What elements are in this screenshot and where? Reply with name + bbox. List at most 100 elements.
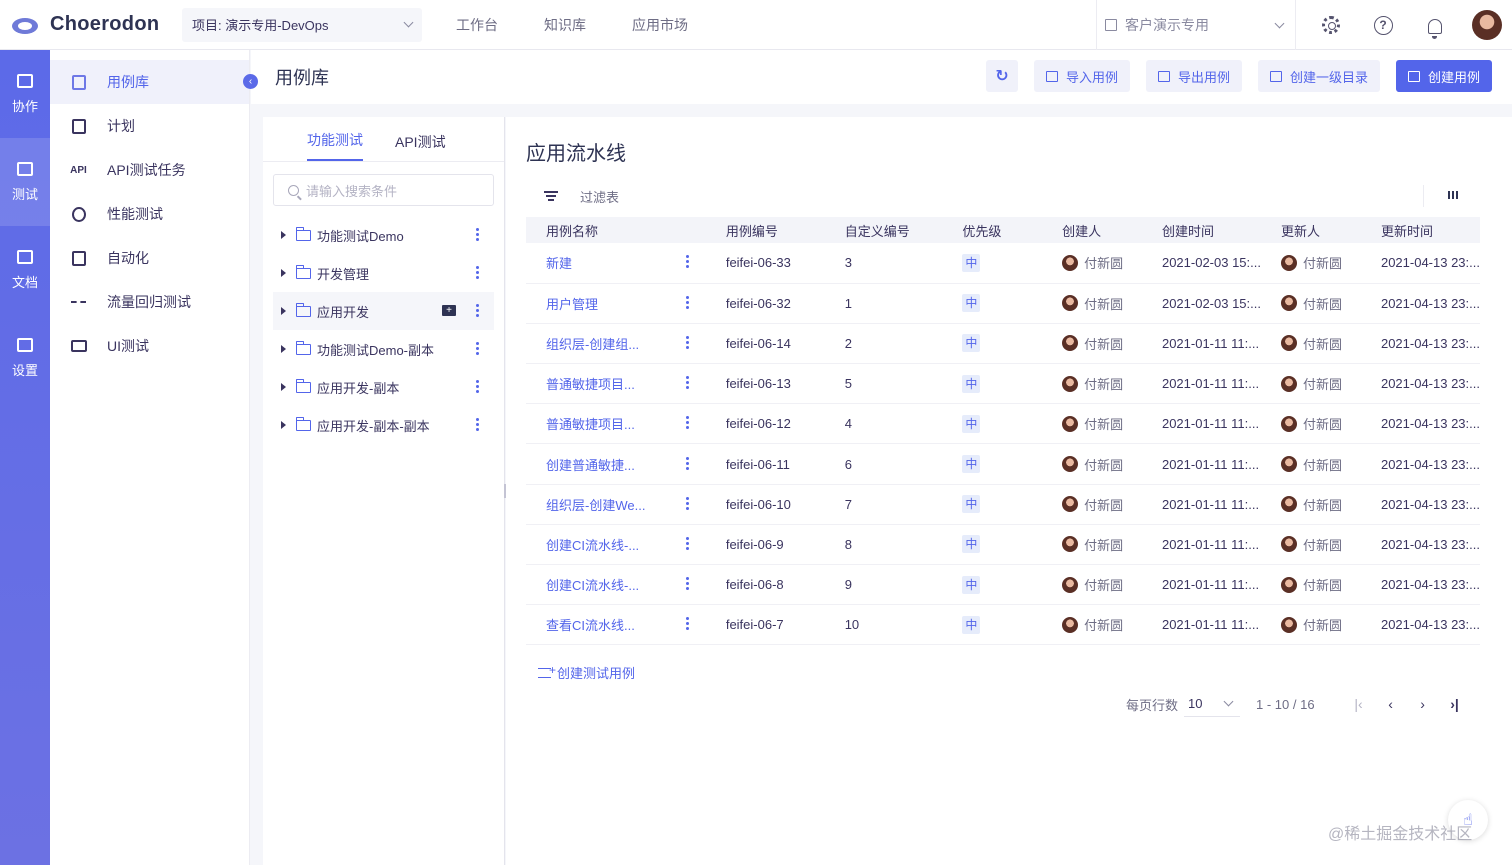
settings-button[interactable] <box>1305 0 1357 50</box>
table-row[interactable]: 普通敏捷项目... feifei-06-12 4 中 付新圆 2021-01-11 11:… <box>526 403 1480 445</box>
row-actions[interactable] <box>685 443 706 485</box>
case-name-link[interactable]: 普通敏捷项目... <box>526 403 686 445</box>
table-row[interactable]: 用户管理 feifei-06-32 1 中 付新圆 2021-02-03 15:... 付新… <box>526 283 1480 324</box>
caret-right-icon[interactable] <box>281 231 286 239</box>
more-icon[interactable] <box>476 228 480 243</box>
help-button[interactable]: ? <box>1357 0 1409 50</box>
tree-folder[interactable]: 应用开发 + <box>273 292 494 330</box>
collapse-sidebar-button[interactable]: ‹ <box>243 74 258 89</box>
case-name-link[interactable]: 新建 <box>526 243 686 284</box>
logo[interactable]: Choerodon <box>0 13 180 36</box>
more-icon[interactable] <box>476 304 480 319</box>
table-row[interactable]: 组织层-创建组... feifei-06-14 2 中 付新圆 2021-01-11 11… <box>526 323 1480 365</box>
table-row[interactable]: 创建CI流水线-... feifei-06-8 9 中 付新圆 2021-01-11 11… <box>526 564 1480 606</box>
col-custom[interactable]: 自定义编号 <box>824 217 943 243</box>
row-actions[interactable] <box>685 363 706 405</box>
col-created[interactable]: 创建时间 <box>1141 217 1261 243</box>
table-row[interactable]: 新建 feifei-06-33 3 中 付新圆 2021-02-03 15:... 付新圆 2… <box>526 243 1480 284</box>
filter-input[interactable]: 过滤表 <box>580 187 619 206</box>
more-icon[interactable] <box>685 456 706 470</box>
more-icon[interactable] <box>685 536 706 550</box>
org-select[interactable]: 客户演示专用 <box>1096 0 1296 50</box>
more-icon[interactable] <box>685 335 706 349</box>
page-size-select[interactable]: 10 <box>1184 691 1241 717</box>
nav-knowledge[interactable]: 知识库 <box>544 15 586 35</box>
col-code[interactable]: 用例编号 <box>705 217 825 243</box>
case-name-link[interactable]: 用户管理 <box>526 283 686 324</box>
create-dir-button[interactable]: 创建一级目录 <box>1257 60 1380 92</box>
filter-icon[interactable] <box>544 191 558 201</box>
rail-item-settings[interactable]: 设置 <box>0 314 50 402</box>
last-page-button[interactable]: ›| <box>1439 696 1471 712</box>
menu-item-performance[interactable]: 性能测试 <box>50 192 249 236</box>
row-actions[interactable] <box>685 604 706 646</box>
case-name-link[interactable]: 组织层-创建We... <box>526 484 686 525</box>
menu-item-case-library[interactable]: 用例库 <box>50 60 249 104</box>
more-icon[interactable] <box>685 577 706 591</box>
tab-functional-test[interactable]: 功能测试 <box>307 130 363 161</box>
caret-right-icon[interactable] <box>281 383 286 391</box>
row-actions[interactable] <box>685 323 706 365</box>
row-actions[interactable] <box>685 564 706 606</box>
caret-right-icon[interactable] <box>281 307 286 315</box>
menu-item-api-task[interactable]: API API测试任务 <box>50 148 249 192</box>
table-row[interactable]: 查看CI流水线... feifei-06-7 10 中 付新圆 2021-01-11 11… <box>526 604 1480 646</box>
col-creator[interactable]: 创建人 <box>1042 217 1142 243</box>
table-row[interactable]: 创建普通敏捷... feifei-06-11 6 中 付新圆 2021-01-11 11:… <box>526 443 1480 485</box>
tree-folder[interactable]: 应用开发-副本-副本 <box>263 406 504 444</box>
import-case-button[interactable]: 导入用例 <box>1033 60 1130 92</box>
col-name[interactable]: 用例名称 <box>526 217 686 243</box>
menu-item-ui-test[interactable]: UI测试 <box>50 324 249 368</box>
row-actions[interactable] <box>685 524 706 566</box>
nav-workbench[interactable]: 工作台 <box>456 15 498 35</box>
more-icon[interactable] <box>476 418 480 433</box>
row-actions[interactable] <box>685 243 706 284</box>
tree-folder[interactable]: 应用开发-副本 <box>263 368 504 406</box>
tree-folder[interactable]: 功能测试Demo-副本 <box>263 330 504 368</box>
col-updated[interactable]: 更新时间 <box>1360 217 1480 243</box>
case-name-link[interactable]: 普通敏捷项目... <box>526 363 686 405</box>
row-actions[interactable] <box>685 484 706 525</box>
create-test-case-link[interactable]: 创建测试用例 <box>538 663 635 682</box>
notification-button[interactable] <box>1409 0 1461 50</box>
more-icon[interactable] <box>476 342 480 357</box>
case-name-link[interactable]: 创建普通敏捷... <box>526 443 686 485</box>
create-case-button[interactable]: 创建用例 <box>1395 60 1492 92</box>
refresh-button[interactable]: ↻ <box>985 60 1018 92</box>
more-icon[interactable] <box>685 617 706 631</box>
case-name-link[interactable]: 创建CI流水线-... <box>526 524 686 566</box>
more-icon[interactable] <box>685 496 706 510</box>
more-icon[interactable] <box>476 266 480 281</box>
tab-api-test[interactable]: API测试 <box>395 132 446 161</box>
project-select[interactable]: 项目: 演示专用-DevOps <box>182 7 422 42</box>
caret-right-icon[interactable] <box>281 269 286 277</box>
menu-item-automation[interactable]: 自动化 <box>50 236 249 280</box>
caret-right-icon[interactable] <box>281 345 286 353</box>
prev-page-button[interactable]: ‹ <box>1375 696 1407 712</box>
tree-search-input[interactable]: 请输入搜索条件 <box>273 174 494 206</box>
table-row[interactable]: 创建CI流水线-... feifei-06-9 8 中 付新圆 2021-01-11 11… <box>526 524 1480 566</box>
tree-folder[interactable]: 功能测试Demo <box>263 216 504 254</box>
case-name-link[interactable]: 创建CI流水线-... <box>526 564 686 606</box>
row-actions[interactable] <box>685 283 706 324</box>
case-name-link[interactable]: 组织层-创建组... <box>526 323 686 365</box>
columns-icon[interactable] <box>1448 191 1458 199</box>
tree-folder[interactable]: 开发管理 <box>263 254 504 292</box>
more-icon[interactable] <box>685 376 706 390</box>
menu-item-plan[interactable]: 计划 <box>50 104 249 148</box>
col-updater[interactable]: 更新人 <box>1261 217 1361 243</box>
col-priority[interactable]: 优先级 <box>942 217 1043 243</box>
add-folder-icon[interactable]: + <box>442 305 456 316</box>
table-row[interactable]: 普通敏捷项目... feifei-06-13 5 中 付新圆 2021-01-11 11:… <box>526 363 1480 405</box>
nav-market[interactable]: 应用市场 <box>632 15 688 35</box>
more-icon[interactable] <box>476 380 480 395</box>
user-menu[interactable] <box>1461 0 1512 50</box>
export-case-button[interactable]: 导出用例 <box>1145 60 1242 92</box>
rail-item-doc[interactable]: 文档 <box>0 226 50 314</box>
more-icon[interactable] <box>685 295 706 309</box>
rail-item-collab[interactable]: 协作 <box>0 50 50 138</box>
case-name-link[interactable]: 查看CI流水线... <box>526 604 686 646</box>
caret-right-icon[interactable] <box>281 421 286 429</box>
row-actions[interactable] <box>685 403 706 445</box>
next-page-button[interactable]: › <box>1407 696 1439 712</box>
